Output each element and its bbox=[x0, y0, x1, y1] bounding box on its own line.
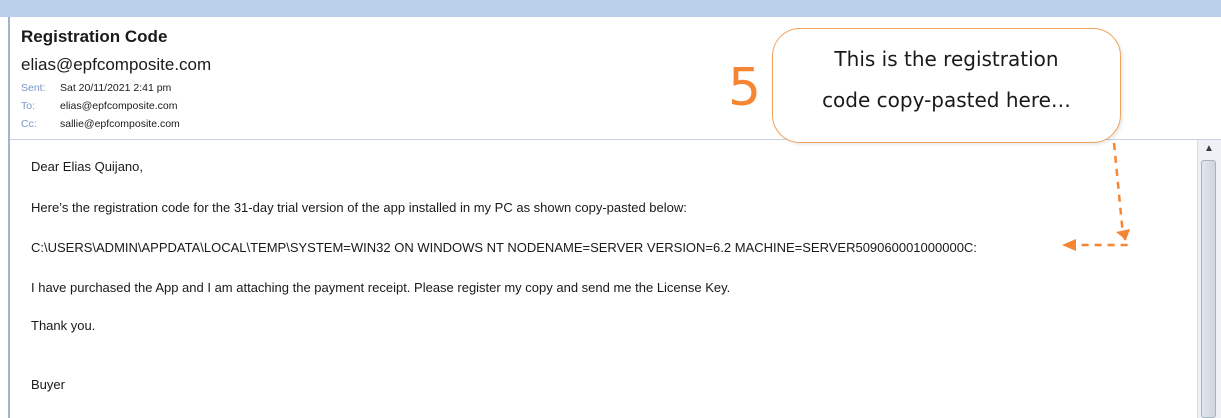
scroll-thumb[interactable] bbox=[1201, 160, 1216, 418]
to-recipient[interactable]: elias@epfcomposite.com bbox=[60, 100, 177, 112]
email-subject: Registration Code bbox=[21, 27, 168, 46]
registration-code: C:\USERS\ADMIN\APPDATA\LOCAL\TEMP\SYSTEM… bbox=[31, 240, 977, 255]
sent-label: Sent: bbox=[21, 82, 46, 94]
body-thanks: Thank you. bbox=[31, 318, 96, 333]
to-label: To: bbox=[21, 100, 36, 112]
scroll-up-arrow-icon[interactable]: ▲ bbox=[1203, 143, 1215, 155]
window-top-bar bbox=[0, 0, 1221, 17]
step-number: 5 bbox=[728, 58, 762, 118]
body-purchase: I have purchased the App and I am attach… bbox=[31, 280, 731, 295]
cc-label: Cc: bbox=[21, 118, 37, 130]
message-body[interactable] bbox=[10, 140, 1195, 418]
body-signature: Buyer bbox=[31, 377, 65, 392]
body-intro: Here’s the registration code for the 31-… bbox=[31, 200, 687, 215]
cc-row: Cc: sallie@epfcomposite.com bbox=[21, 118, 180, 130]
body-greeting: Dear Elias Quijano, bbox=[31, 159, 143, 174]
cc-recipient[interactable]: sallie@epfcomposite.com bbox=[60, 118, 180, 130]
sent-row: Sent: Sat 20/11/2021 2:41 pm bbox=[21, 82, 171, 94]
callout-text-line1: This is the registration bbox=[834, 47, 1059, 71]
callout-text-line2: code copy-pasted here… bbox=[822, 88, 1071, 112]
sent-value: Sat 20/11/2021 2:41 pm bbox=[60, 82, 172, 94]
callout-bubble bbox=[772, 28, 1121, 143]
to-row: To: elias@epfcomposite.com bbox=[21, 100, 177, 112]
email-sender[interactable]: elias@epfcomposite.com bbox=[21, 55, 211, 75]
